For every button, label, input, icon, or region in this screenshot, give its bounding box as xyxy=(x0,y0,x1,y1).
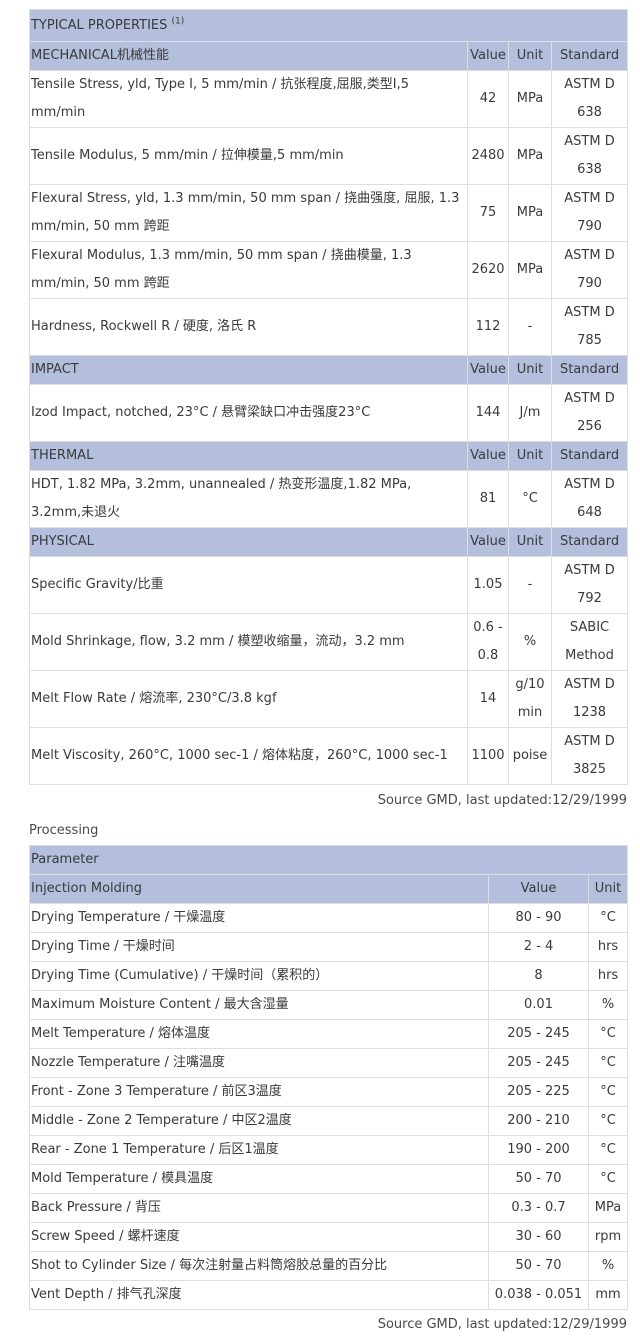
section-header-mechanical: MECHANICAL机械性能 Value Unit Standard xyxy=(29,41,629,71)
table-row: Melt Viscosity, 260°C, 1000 sec-1 / 熔体粘度… xyxy=(29,727,629,785)
table-row: Flexural Stress, yld, 1.3 mm/min, 50 mm … xyxy=(29,184,629,242)
section-header-injection-molding: Injection Molding Value Unit xyxy=(29,874,629,904)
typical-properties-title: TYPICAL PROPERTIES (1) xyxy=(28,9,629,42)
table-row: Melt Flow Rate / 熔流率, 230°C/3.8 kgf 14 g… xyxy=(29,670,629,728)
typical-properties-header: TYPICAL PROPERTIES (1) xyxy=(28,9,629,42)
table-row: Tensile Stress, yld, Type I, 5 mm/min / … xyxy=(29,70,629,128)
section-header-thermal: THERMAL Value Unit Standard xyxy=(29,441,629,471)
table-row: Mold Temperature / 模具温度 50 - 70 °C xyxy=(29,1164,629,1194)
table-row: Drying Time / 干燥时间 2 - 4 hrs xyxy=(29,932,629,962)
table-row: Middle - Zone 2 Temperature / 中区2温度 200 … xyxy=(29,1106,629,1136)
table-row: Tensile Modulus, 5 mm/min / 拉伸模量,5 mm/mi… xyxy=(29,127,629,185)
typical-properties-table: TYPICAL PROPERTIES (1) MECHANICAL机械性能 Va… xyxy=(28,9,629,785)
table-row: Nozzle Temperature / 注嘴温度 205 - 245 °C xyxy=(29,1048,629,1078)
section-header-impact: IMPACT Value Unit Standard xyxy=(29,355,629,385)
table-row: Vent Depth / 排气孔深度 0.038 - 0.051 mm xyxy=(29,1280,629,1310)
table-row: Screw Speed / 螺杆速度 30 - 60 rpm xyxy=(29,1222,629,1252)
processing-source: Source GMD, last updated:12/29/1999 xyxy=(377,1317,627,1332)
table-row: Rear - Zone 1 Temperature / 后区1温度 190 - … xyxy=(29,1135,629,1165)
table-row: Mold Shrinkage, flow, 3.2 mm / 模塑收缩量，流动，… xyxy=(29,613,629,671)
table-row: Flexural Modulus, 1.3 mm/min, 50 mm span… xyxy=(29,241,629,299)
table-row: Back Pressure / 背压 0.3 - 0.7 MPa xyxy=(29,1193,629,1223)
table-row: Drying Temperature / 干燥温度 80 - 90 °C xyxy=(29,903,629,933)
table-row: Hardness, Rockwell R / 硬度, 洛氏 R 112 - AS… xyxy=(29,298,629,356)
table-row: Front - Zone 3 Temperature / 前区3温度 205 -… xyxy=(29,1077,629,1107)
table-row: Specific Gravity/比重 1.05 - ASTM D 792 xyxy=(29,556,629,614)
table-row: Drying Time (Cumulative) / 干燥时间（累积的） 8 h… xyxy=(29,961,629,991)
footnote-marker: (1) xyxy=(171,16,185,27)
processing-parameter-header: Parameter xyxy=(28,845,629,875)
section-header-physical: PHYSICAL Value Unit Standard xyxy=(29,527,629,557)
table-row: Melt Temperature / 熔体温度 205 - 245 °C xyxy=(29,1019,629,1049)
typical-properties-source: Source GMD, last updated:12/29/1999 xyxy=(377,793,627,808)
processing-table: Parameter Injection Molding Value Unit D… xyxy=(28,845,629,1310)
table-row: Shot to Cylinder Size / 每次注射量占料筒熔胶总量的百分比… xyxy=(29,1251,629,1281)
table-row: HDT, 1.82 MPa, 3.2mm, unannealed / 热变形温度… xyxy=(29,470,629,528)
processing-title: Processing xyxy=(29,823,99,838)
datasheet: TYPICAL PROPERTIES (1) MECHANICAL机械性能 Va… xyxy=(28,9,629,1340)
table-row: Izod Impact, notched, 23°C / 悬臂梁缺口冲击强度23… xyxy=(29,384,629,442)
table-row: Maximum Moisture Content / 最大含湿量 0.01 % xyxy=(29,990,629,1020)
